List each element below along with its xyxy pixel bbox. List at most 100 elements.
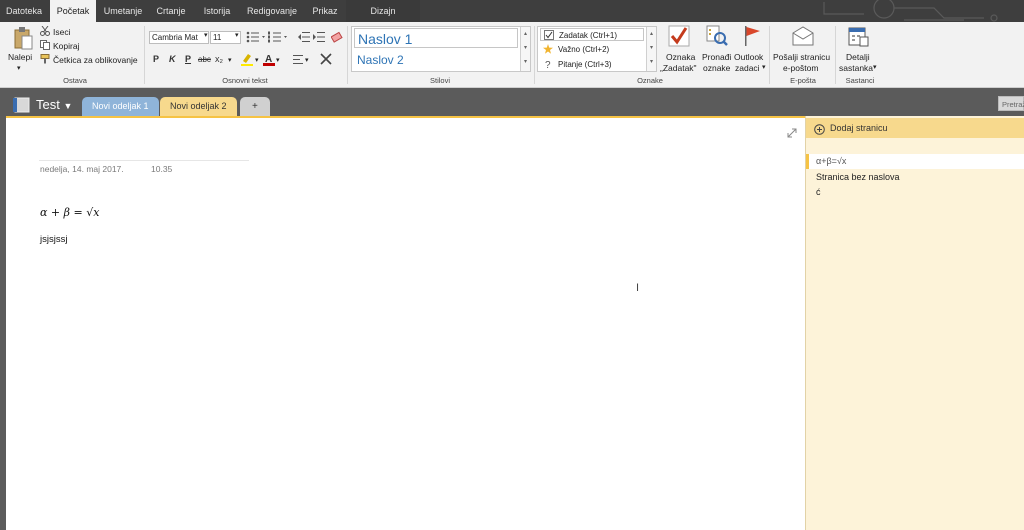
pages-panel: Dodaj stranicu α+β=√x Stranica bez naslo… (805, 116, 1024, 530)
outlook-tasks-dropdown-icon[interactable]: ▾ (762, 63, 766, 71)
cut-button[interactable]: Iseci (53, 26, 70, 38)
find-tags-button-line2: oznake (703, 63, 731, 73)
styles-group-label: Stilovi (429, 76, 450, 85)
align-dropdown-icon[interactable]: ▾ (305, 56, 309, 64)
checkbox-icon (544, 30, 554, 40)
equation-text[interactable]: α + β = √x (40, 206, 99, 219)
gallery-more-icon[interactable]: ▾ (521, 55, 530, 69)
tag-todo-label: Zadatak (Ctrl+1) (559, 31, 618, 40)
group-separator (835, 26, 836, 84)
tag-important[interactable]: Važno (Ctrl+2) (540, 43, 644, 56)
add-page-button[interactable]: Dodaj stranicu (806, 118, 1024, 138)
send-email-button[interactable]: Pošalji stranicu (773, 52, 830, 62)
find-tags-icon[interactable] (706, 25, 728, 47)
group-separator (347, 26, 348, 84)
expand-icon[interactable] (787, 128, 797, 138)
meeting-details-icon[interactable] (847, 25, 869, 47)
ribbon-tab-bar: Datoteka Početak Umetanje Crtanje Istori… (0, 0, 1024, 22)
page-time: 10.35 (151, 164, 173, 174)
tab-dizajn[interactable]: Dizajn (346, 0, 420, 22)
style-heading-2[interactable]: Naslov 2 (354, 50, 518, 70)
numbering-icon[interactable] (268, 31, 292, 43)
notebook-dropdown-icon[interactable]: ▼ (63, 101, 72, 111)
paste-button[interactable]: Nalepi (8, 52, 32, 62)
circuit-decoration (764, 0, 1024, 22)
send-email-button-line2: e-poštom (783, 63, 819, 73)
subscript-dropdown-icon[interactable]: ▾ (228, 56, 232, 64)
style-heading-1[interactable]: Naslov 1 (354, 28, 518, 48)
scissors-icon (40, 25, 50, 36)
font-color-dropdown-icon[interactable]: ▾ (276, 56, 280, 64)
tab-crtanje[interactable]: Crtanje (150, 0, 192, 22)
strikethrough-button[interactable]: abc (198, 55, 211, 64)
gallery-more-icon[interactable]: ▾ (647, 55, 656, 69)
styles-gallery: Naslov 1 Naslov 2 ▴ ▾ ▾ (351, 26, 531, 72)
font-color-icon[interactable]: A (263, 52, 275, 66)
align-icon[interactable] (293, 55, 303, 64)
clear-formatting-icon[interactable] (330, 31, 343, 43)
clipboard-group-label: Ostava (63, 76, 87, 85)
tab-pocetak[interactable]: Početak (50, 0, 96, 22)
outlook-flag-icon[interactable] (742, 25, 762, 47)
highlight-dropdown-icon[interactable]: ▾ (255, 56, 259, 64)
page-canvas[interactable]: nedelja, 14. maj 2017. 10.35 α + β = √x … (6, 116, 805, 530)
tab-prikaz[interactable]: Prikaz (306, 0, 344, 22)
todo-tag-checkmark-icon[interactable] (668, 25, 690, 47)
email-envelope-icon[interactable] (792, 26, 814, 46)
search-field[interactable]: Pretraž (998, 96, 1024, 111)
meeting-details-button[interactable]: Detalji (846, 52, 870, 62)
tab-datoteka[interactable]: Datoteka (0, 0, 48, 22)
font-name-dropdown-icon[interactable]: ▾ (204, 31, 208, 39)
todo-tag-button[interactable]: Oznaka (666, 52, 695, 62)
meeting-details-dropdown-icon[interactable]: ▾ (873, 63, 877, 71)
subscript-button[interactable]: x₂ (215, 54, 223, 64)
increase-indent-icon[interactable] (313, 31, 325, 43)
format-painter-button[interactable]: Četkica za oblikovanje (53, 54, 138, 66)
meeting-details-button-line2: sastanka (839, 63, 874, 73)
scroll-up-icon[interactable]: ▴ (647, 27, 656, 41)
page-item-c[interactable]: ć (806, 185, 1024, 200)
notebook-title[interactable]: Test ▼ (36, 97, 72, 112)
meetings-group-label: Sastanci (845, 76, 875, 85)
bullets-icon[interactable] (246, 31, 270, 43)
notebook-icon[interactable] (12, 97, 32, 113)
scroll-down-icon[interactable]: ▾ (647, 41, 656, 55)
star-icon (543, 44, 553, 54)
styles-gallery-scrollbar[interactable]: ▴ ▾ ▾ (520, 27, 530, 71)
tab-redigovanje[interactable]: Redigovanje (240, 0, 304, 22)
copy-button[interactable]: Kopiraj (53, 40, 79, 52)
section-tab-2[interactable]: Novi odeljak 2 (160, 97, 237, 118)
bold-button[interactable]: P (153, 54, 159, 64)
group-separator (534, 26, 535, 84)
tags-group-label: Oznake (637, 76, 663, 85)
find-tags-button[interactable]: Pronađi (702, 52, 731, 62)
page-item-untitled[interactable]: Stranica bez naslova (806, 170, 1024, 185)
add-page-label: Dodaj stranicu (830, 123, 888, 133)
copy-icon (40, 40, 50, 50)
tag-todo[interactable]: Zadatak (Ctrl+1) (540, 28, 644, 41)
page-item-equation[interactable]: α+β=√x (806, 154, 1024, 169)
add-section-button[interactable]: + (240, 97, 270, 116)
highlight-icon[interactable] (241, 53, 253, 66)
delete-icon[interactable] (320, 53, 332, 65)
tags-gallery-scrollbar[interactable]: ▴ ▾ ▾ (646, 27, 656, 71)
scroll-down-icon[interactable]: ▾ (521, 41, 530, 55)
font-size-dropdown-icon[interactable]: ▾ (235, 31, 239, 39)
svg-text:?: ? (545, 60, 551, 69)
page-date: nedelja, 14. maj 2017. (40, 164, 124, 174)
outlook-tasks-button[interactable]: Outlook (734, 52, 763, 62)
tag-question[interactable]: ? Pitanje (Ctrl+3) (540, 58, 644, 71)
page-title-line (39, 160, 249, 161)
decrease-indent-icon[interactable] (298, 31, 310, 43)
section-tab-1[interactable]: Novi odeljak 1 (82, 97, 159, 116)
scroll-up-icon[interactable]: ▴ (521, 27, 530, 41)
paste-dropdown-icon[interactable]: ▾ (17, 64, 21, 72)
tab-istorija[interactable]: Istorija (196, 0, 238, 22)
note-text[interactable]: jsjsjssj (40, 234, 67, 245)
font-name-field[interactable]: Cambria Mat (149, 31, 209, 44)
underline-button[interactable]: P (185, 54, 191, 64)
paste-icon[interactable] (12, 26, 34, 52)
plus-circle-icon (814, 122, 825, 142)
italic-button[interactable]: K (169, 54, 176, 64)
tab-umetanje[interactable]: Umetanje (98, 0, 148, 22)
